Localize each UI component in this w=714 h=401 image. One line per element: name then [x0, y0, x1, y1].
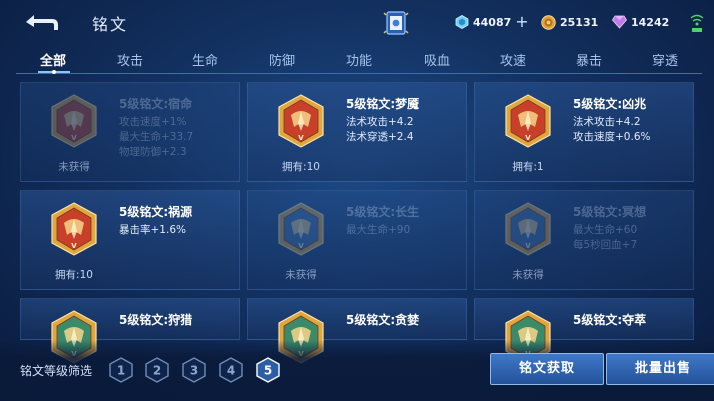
inscription-stat: 法术攻击+4.2 — [346, 116, 414, 128]
category-tabs: 全部 攻击 生命 防御 功能 吸血 攻速 暴击 穿透 — [16, 46, 702, 74]
page-title: 铭文 — [92, 15, 129, 34]
svg-text:V: V — [525, 134, 531, 142]
add-coupon-button[interactable]: + — [515, 14, 528, 30]
inscription-name: 5级铭文:凶兆 — [573, 97, 647, 111]
bulk-sell-button[interactable]: 批量出售 — [606, 353, 714, 385]
owned-count: 未获得 — [285, 269, 317, 281]
inscription-badge-icon: V — [505, 94, 551, 148]
top-bar: 铭文 44087 + 25131 14242 — [0, 0, 714, 44]
owned-count: 拥有:1 — [512, 161, 544, 173]
level-filter-4[interactable]: 4 — [219, 357, 243, 383]
inscription-name: 5级铭文:狩猎 — [119, 313, 193, 327]
inscription-card[interactable]: V5级铭文:贪婪 — [247, 298, 467, 364]
tab-defense[interactable]: 防御 — [257, 50, 307, 69]
svg-text:V: V — [71, 242, 77, 250]
inscription-stat: 最大生命+90 — [346, 224, 411, 236]
inscription-name: 5级铭文:冥想 — [573, 205, 647, 219]
inscription-stat: 最大生命+33.7 — [119, 131, 194, 143]
inscription-name: 5级铭文:长生 — [346, 205, 420, 219]
inscription-card[interactable]: V 5级铭文:凶兆 法术攻击+4.2 攻击速度+0.6% 拥有:1 — [474, 82, 694, 182]
tab-utility[interactable]: 功能 — [334, 50, 384, 69]
owned-count: 拥有:10 — [55, 269, 93, 281]
inscription-card[interactable]: V5级铭文:狩猎 — [20, 298, 240, 364]
gold-balance: 25131 — [541, 12, 598, 32]
inscription-badge-icon: V — [278, 94, 324, 148]
inscription-card[interactable]: V 5级铭文:冥想 最大生命+60 每5秒回血+7 未获得 — [474, 190, 694, 290]
level-filter-1[interactable]: 1 — [109, 357, 133, 383]
bottom-bar: 铭文等级筛选 1 2 3 4 5 铭文获取 批量出售 — [0, 340, 714, 401]
svg-text:V: V — [71, 134, 77, 142]
svg-text:3: 3 — [190, 364, 198, 378]
svg-text:1: 1 — [117, 364, 125, 378]
owned-count: 拥有:10 — [282, 161, 320, 173]
svg-text:V: V — [298, 242, 304, 250]
obtain-inscription-button[interactable]: 铭文获取 — [490, 353, 604, 385]
inscription-card[interactable]: V5级铭文:夺萃 — [474, 298, 694, 364]
svg-text:2: 2 — [153, 364, 161, 378]
level-filter-label: 铭文等级筛选 — [20, 364, 93, 378]
inscription-card[interactable]: V 5级铭文:长生 最大生命+90 未获得 — [247, 190, 467, 290]
svg-text:V: V — [298, 134, 304, 142]
tab-penetration[interactable]: 穿透 — [640, 50, 690, 69]
inscription-stat: 攻击速度+0.6% — [573, 131, 651, 143]
tab-critical[interactable]: 暴击 — [564, 50, 614, 69]
inscription-name: 5级铭文:祸源 — [119, 205, 193, 219]
gold-coin-icon — [541, 14, 556, 30]
inscription-emblem-icon — [383, 11, 409, 35]
coupon-value: 44087 — [473, 15, 512, 29]
gold-value: 25131 — [560, 15, 599, 29]
tab-health[interactable]: 生命 — [180, 50, 230, 69]
active-tab-indicator — [38, 70, 70, 74]
svg-text:V: V — [525, 242, 531, 250]
inscription-badge-icon: V — [278, 202, 324, 256]
coupon-balance: 44087 + — [455, 12, 529, 32]
owned-count: 未获得 — [512, 269, 544, 281]
inscription-stat: 法术穿透+2.4 — [346, 131, 414, 143]
inscription-badge-icon: V — [505, 202, 551, 256]
inscription-stat: 法术攻击+4.2 — [573, 116, 641, 128]
level-filter-3[interactable]: 3 — [182, 357, 206, 383]
inscription-name: 5级铭文:夺萃 — [573, 313, 647, 327]
inscription-stat: 每5秒回血+7 — [573, 239, 638, 251]
inscription-stat: 暴击率+1.6% — [119, 224, 186, 236]
inscription-name: 5级铭文:贪婪 — [346, 313, 420, 327]
wifi-signal-icon — [690, 14, 704, 32]
inscription-stat: 物理防御+2.3 — [119, 146, 187, 158]
crystal-balance: 14242 — [612, 12, 669, 32]
inscription-badge-icon: V — [51, 202, 97, 256]
tab-lifesteal[interactable]: 吸血 — [412, 50, 462, 69]
inscription-stat: 最大生命+60 — [573, 224, 638, 236]
tab-attack[interactable]: 攻击 — [105, 50, 155, 69]
svg-text:4: 4 — [227, 364, 235, 378]
inscription-badge-icon: V — [51, 94, 97, 148]
tab-attack-speed[interactable]: 攻速 — [488, 50, 538, 69]
inscription-card[interactable]: V 5级铭文:梦魇 法术攻击+4.2 法术穿透+2.4 拥有:10 — [247, 82, 467, 182]
level-filter-2[interactable]: 2 — [145, 357, 169, 383]
inscription-name: 5级铭文:宿命 — [119, 97, 193, 111]
inscription-name: 5级铭文:梦魇 — [346, 97, 420, 111]
crystal-value: 14242 — [631, 15, 670, 29]
inscription-card[interactable]: V 5级铭文:宿命 攻击速度+1% 最大生命+33.7 物理防御+2.3 未获得 — [20, 82, 240, 182]
svg-text:5: 5 — [264, 364, 272, 378]
level-filter-5[interactable]: 5 — [256, 357, 280, 383]
purple-crystal-icon — [612, 15, 627, 29]
back-arrow-icon[interactable] — [22, 10, 62, 34]
inscription-stat: 攻击速度+1% — [119, 116, 187, 128]
owned-count: 未获得 — [58, 161, 90, 173]
tab-all[interactable]: 全部 — [28, 50, 78, 69]
inscription-card[interactable]: V 5级铭文:祸源 暴击率+1.6% 拥有:10 — [20, 190, 240, 290]
diamond-coupon-icon — [455, 15, 469, 29]
